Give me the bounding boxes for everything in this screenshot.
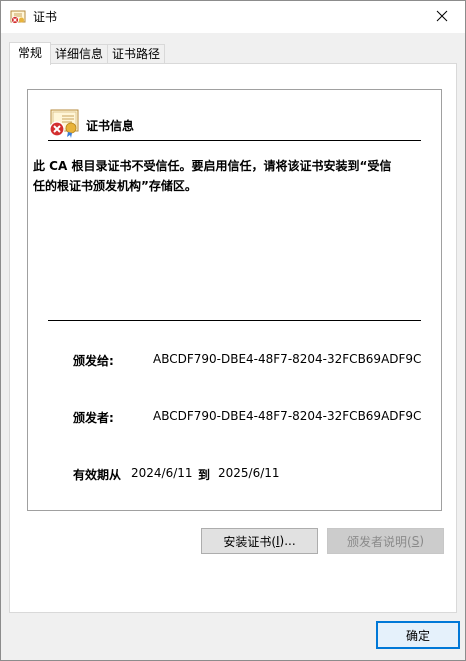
close-button[interactable] xyxy=(419,1,465,33)
title-bar: 证书 xyxy=(1,1,465,33)
section-title: 证书信息 xyxy=(86,119,135,133)
issued-by-value: ABCDF790-DBE4-48F7-8204-32FCB69ADF9C xyxy=(153,409,422,423)
warning-line-2: 任的根证书颁发机构”存储区。 xyxy=(33,179,197,193)
tab-general[interactable]: 常规 xyxy=(9,42,52,65)
validity-label: 有效期从 xyxy=(73,468,122,482)
tab-details[interactable]: 详细信息 xyxy=(50,44,109,64)
tab-strip: 常规 详细信息 证书路径 xyxy=(9,42,166,65)
certificate-dialog: 证书 常规 详细信息 证书路径 证书信息 此 CA 根目录证书不受信任。要启用信… xyxy=(0,0,466,661)
divider xyxy=(48,140,421,141)
certificate-info-box: 证书信息 此 CA 根目录证书不受信任。要启用信任，请将该证书安装到“受信 任的… xyxy=(27,89,442,511)
validity-to-label: 到 xyxy=(198,468,211,482)
certificate-error-icon xyxy=(48,107,80,139)
install-certificate-label: 安装证书( xyxy=(223,534,276,549)
issuer-statement-button[interactable]: 颁发者说明(S) xyxy=(327,528,444,554)
window-title: 证书 xyxy=(33,10,58,24)
tab-certification-path[interactable]: 证书路径 xyxy=(107,44,166,64)
install-certificate-label-tail: )... xyxy=(279,534,296,548)
ok-button[interactable]: 确定 xyxy=(376,621,460,649)
issued-to-label: 颁发给: xyxy=(73,354,114,368)
warning-line-1: 此 CA 根目录证书不受信任。要启用信任，请将该证书安装到“受信 xyxy=(33,159,392,173)
issuer-statement-label-tail: ) xyxy=(419,534,424,548)
certificate-error-icon xyxy=(10,9,26,25)
issuer-statement-accesskey: S xyxy=(411,534,420,548)
install-certificate-button[interactable]: 安装证书(I)... xyxy=(201,528,318,554)
trust-warning-text: 此 CA 根目录证书不受信任。要启用信任，请将该证书安装到“受信 任的根证书颁发… xyxy=(33,156,428,196)
valid-from-value: 2024/6/11 xyxy=(131,466,193,480)
issued-to-value: ABCDF790-DBE4-48F7-8204-32FCB69ADF9C xyxy=(153,352,422,366)
issued-by-label: 颁发者: xyxy=(73,411,114,425)
divider xyxy=(48,320,421,321)
close-icon xyxy=(436,10,448,25)
valid-to-value: 2025/6/11 xyxy=(218,466,280,480)
issuer-statement-label: 颁发者说明( xyxy=(347,534,412,549)
general-tab-panel: 证书信息 此 CA 根目录证书不受信任。要启用信任，请将该证书安装到“受信 任的… xyxy=(9,63,457,613)
